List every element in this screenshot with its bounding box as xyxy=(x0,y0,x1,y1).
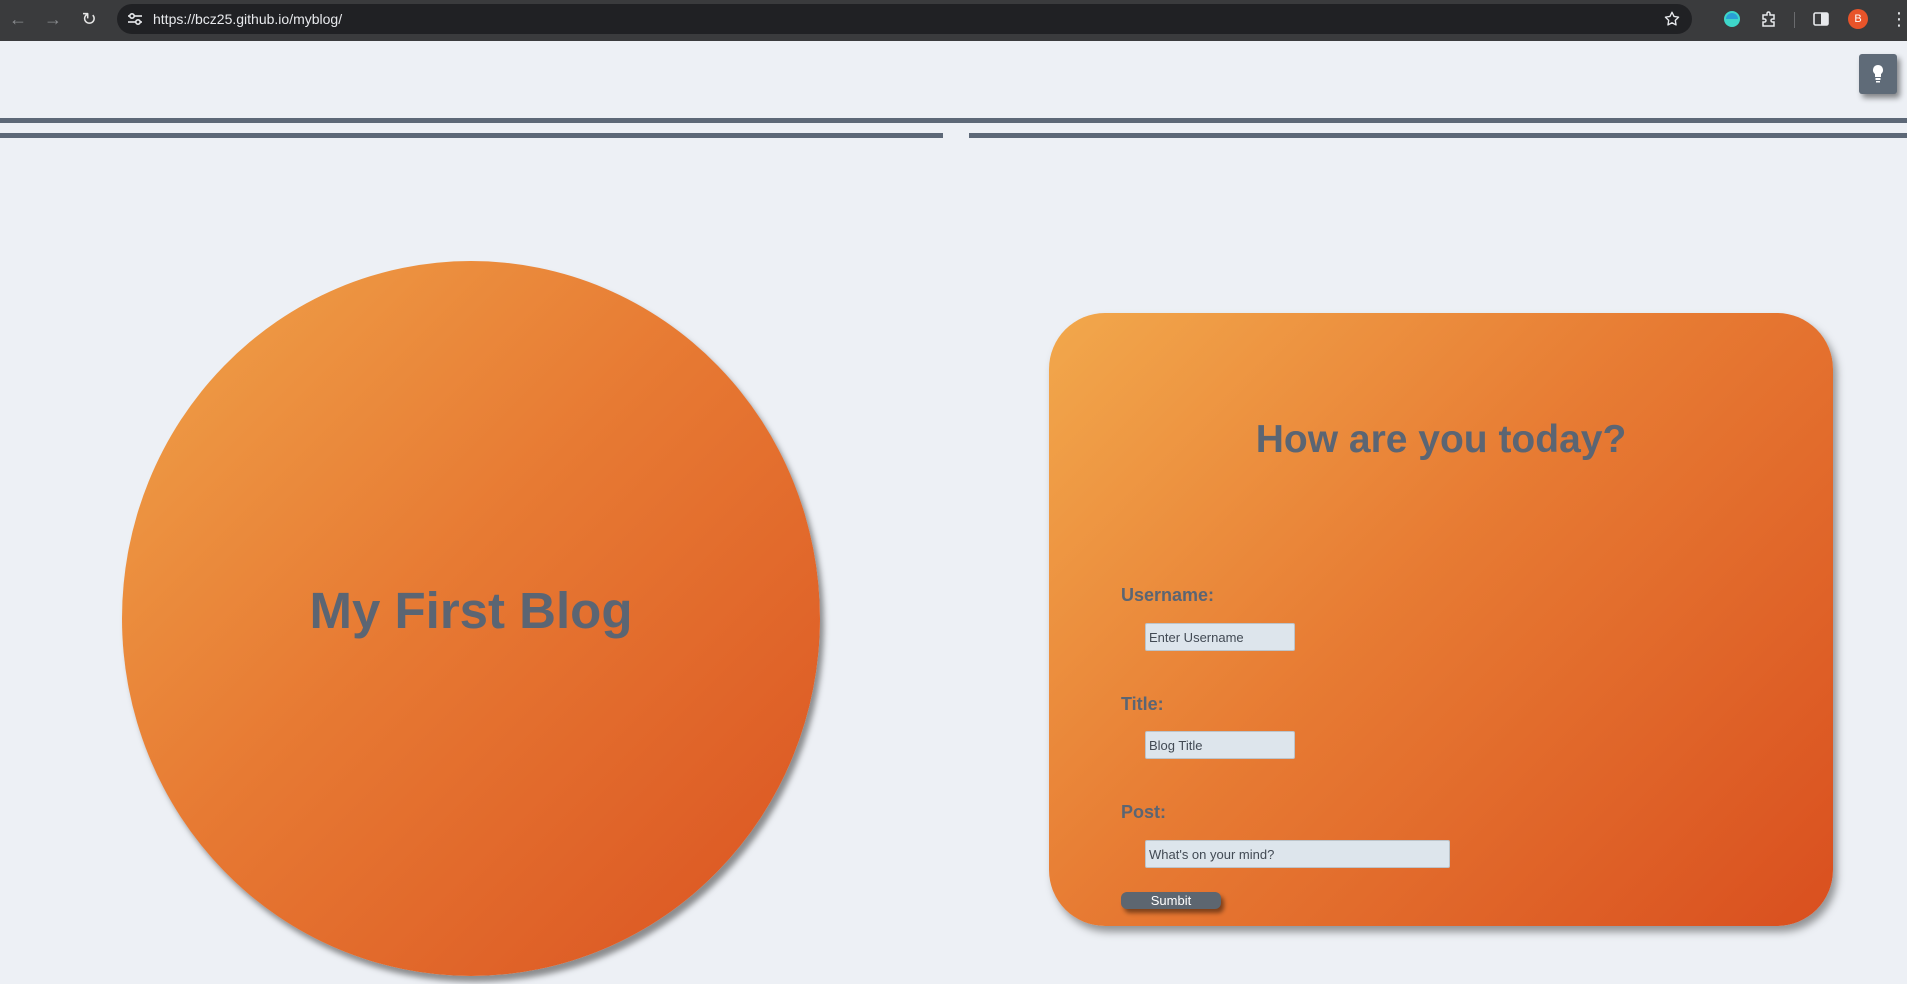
header-rule-right xyxy=(969,133,1907,138)
site-settings-icon[interactable] xyxy=(126,10,144,28)
address-bar[interactable]: https://bcz25.github.io/myblog/ xyxy=(117,4,1692,34)
puzzle-extensions-icon[interactable] xyxy=(1759,9,1779,29)
lightbulb-icon xyxy=(1873,65,1883,83)
title-input[interactable] xyxy=(1145,731,1295,759)
url-text[interactable]: https://bcz25.github.io/myblog/ xyxy=(153,4,342,34)
bookmark-star-icon[interactable] xyxy=(1663,10,1681,28)
title-label: Title: xyxy=(1121,694,1164,714)
header-rule-left xyxy=(0,133,943,138)
extension-globe-icon[interactable] xyxy=(1722,9,1742,29)
post-label: Post: xyxy=(1121,802,1166,822)
back-icon[interactable]: ← xyxy=(7,8,29,30)
browser-toolbar: ← → ↻ https://bcz25.github.io/myblog/ B … xyxy=(0,0,1907,41)
side-panel-icon[interactable] xyxy=(1811,9,1831,29)
header-rule-top xyxy=(0,118,1907,123)
forward-icon[interactable]: → xyxy=(42,8,64,30)
theme-toggle-button[interactable] xyxy=(1859,54,1897,94)
hero-circle: My First Blog xyxy=(122,261,820,976)
username-input[interactable] xyxy=(1145,623,1295,651)
card-title: How are you today? xyxy=(1255,418,1627,461)
browser-menu-icon[interactable]: ⋮ xyxy=(1890,9,1907,29)
post-form-card: How are you today? Username: Title: Post… xyxy=(1049,313,1833,926)
profile-avatar[interactable]: B xyxy=(1848,9,1868,29)
post-input[interactable] xyxy=(1145,840,1450,868)
hero-title: My First Blog xyxy=(309,582,633,639)
submit-button[interactable]: Sumbit xyxy=(1121,892,1221,909)
toolbar-divider xyxy=(1794,12,1795,28)
reload-icon[interactable]: ↻ xyxy=(78,8,100,30)
username-label: Username: xyxy=(1121,585,1215,605)
